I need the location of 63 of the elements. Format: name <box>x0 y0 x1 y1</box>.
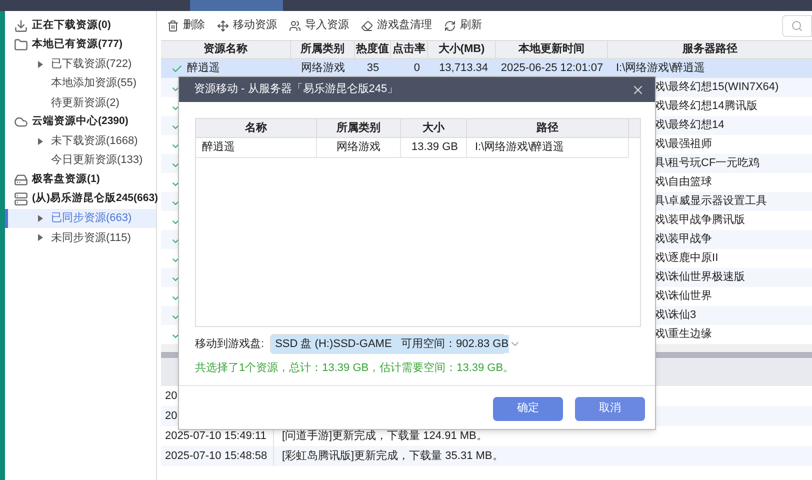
confirm-button[interactable]: 确定 <box>493 396 563 420</box>
dialog-title: 资源移动 - 从服务器「易乐游昆仑版245」 <box>194 82 398 98</box>
sidebar-item[interactable]: (从)易乐游昆仑版245(663) <box>5 190 156 209</box>
cloud-icon <box>14 115 28 130</box>
folder-icon <box>14 38 28 52</box>
sidebar-item[interactable]: 本地添加资源(55) <box>5 74 156 94</box>
summary-text: 共选择了1个资源，总计：13.39 GB，估计需要空间：13.39 GB。 <box>195 360 516 376</box>
search-field[interactable] <box>782 14 812 36</box>
table-cell-text: 网络游戏 <box>301 61 345 76</box>
table-cell-text: 醉逍遥 <box>187 60 220 76</box>
eraser-icon <box>361 20 373 32</box>
server-icon <box>14 192 28 206</box>
log-time: 20 <box>165 408 178 424</box>
log-time: 2025-07-10 15:49:11 <box>165 428 266 444</box>
refresh-icon <box>444 20 456 32</box>
toolbar-button[interactable]: 移动资源 <box>217 17 277 34</box>
table-cell-text: 0 <box>414 61 420 76</box>
dialog-row[interactable]: 醉逍遥 网络游戏 13.39 GB I:\网络游戏\醉逍遥 <box>196 138 629 158</box>
table-cell-text: I:\网络游戏\醉逍遥 <box>616 60 706 76</box>
column-header[interactable]: 资源名称 <box>161 41 291 58</box>
column-header[interactable]: 所属类别 <box>291 41 355 58</box>
table-cell-text: 醉逍遥 <box>202 140 235 156</box>
sidebar-item[interactable]: 极客盘资源(1) <box>5 170 156 190</box>
drive-icon <box>14 173 28 188</box>
sidebar-item[interactable]: 已下载资源(722) <box>5 54 156 74</box>
toolbar-button[interactable]: 刷新 <box>444 17 482 34</box>
toolbar-button[interactable]: 游戏盘清理 <box>361 17 432 34</box>
table-row[interactable]: 醉逍遥 网络游戏 35 0 13,713.34 2025-06-25 12:01:07 I:\网络游戏\醉逍遥 <box>161 59 812 78</box>
column-header[interactable]: 所属类别 <box>317 119 401 137</box>
sidebar-item[interactable]: 已同步资源(663) <box>5 208 156 228</box>
table-cell-text: 13,713.34 <box>439 61 488 76</box>
column-header[interactable]: 名称 <box>196 119 317 137</box>
sidebar-item[interactable]: 未下载资源(1668) <box>5 132 156 152</box>
table-cell-text: 2025-06-25 12:01:07 <box>500 61 604 76</box>
column-header[interactable]: 大小 <box>401 119 467 137</box>
search-icon <box>791 20 803 32</box>
table-cell-text: 13.39 GB <box>412 140 458 156</box>
sidebar-item[interactable]: 云端资源中心(2390) <box>5 112 156 132</box>
log-message: [问道手游]更新完成，下载量 124.91 MB。 <box>281 428 488 444</box>
column-header[interactable]: 热度值 <box>355 41 391 58</box>
sidebar-item[interactable]: 待更新资源(2) <box>5 93 156 112</box>
log-time: 2025-07-10 15:48:58 <box>165 448 268 464</box>
move-icon <box>217 20 229 32</box>
table-cell-text: I:\网络游戏\醉逍遥 <box>475 140 564 156</box>
sidebar-item[interactable]: 未同步资源(115) <box>5 228 156 248</box>
log-message: [彩虹岛腾讯版]更新完成，下载量 35.31 MB。 <box>281 448 504 464</box>
trash-icon <box>167 20 179 32</box>
column-header[interactable]: 本地更新时间 <box>496 41 608 58</box>
column-header[interactable]: 服务器路径 <box>608 41 812 58</box>
table-cell-text: 35 <box>366 61 380 76</box>
column-header[interactable]: 路径 <box>467 119 629 137</box>
download-icon <box>14 18 28 33</box>
log-time: 20 <box>165 388 178 404</box>
sidebar-item[interactable]: 本地已有资源(777) <box>5 35 156 55</box>
column-header[interactable]: 大小(MB) <box>428 41 496 58</box>
table-cell-text: 网络游戏 <box>336 140 380 156</box>
sidebar-item[interactable]: 今日更新资源(133) <box>5 151 156 170</box>
target-label: 移动到游戏盘: <box>195 336 264 352</box>
toolbar-button[interactable]: 导入资源 <box>289 17 349 34</box>
column-header[interactable]: 点击率 <box>391 41 428 58</box>
sidebar-item[interactable]: 正在下载资源(0) <box>5 16 156 36</box>
people-icon <box>289 20 301 32</box>
toolbar-button[interactable]: 删除 <box>167 17 205 34</box>
